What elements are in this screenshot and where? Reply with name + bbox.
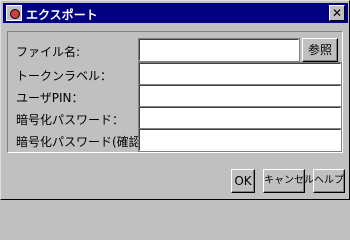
app-icon [6, 5, 22, 21]
filename-label: ファイル名: [16, 45, 81, 59]
cancel-button[interactable]: キャンセル [263, 169, 314, 193]
help-button[interactable]: ヘルプ [313, 169, 345, 193]
enc-password-input[interactable] [138, 106, 342, 130]
window-title: エクスポート [26, 8, 98, 22]
close-button[interactable]: ✕ [329, 5, 345, 21]
token-label-label: トークンラベル： [16, 69, 113, 83]
enc-password-confirm-input[interactable] [138, 128, 342, 152]
browse-button[interactable]: 参照 [302, 38, 338, 62]
enc-password-label: 暗号化パスワード： [16, 113, 125, 127]
ok-button[interactable]: OK [231, 169, 255, 193]
title-bar[interactable]: エクスポート ✕ [3, 3, 348, 23]
user-pin-label: ユーザPIN： [16, 91, 84, 105]
export-dialog: エクスポート ✕ ファイル名: 参照 トークンラベル： ユーザPIN： 暗号化パ… [0, 0, 350, 200]
token-label-input[interactable] [138, 62, 342, 86]
user-pin-input[interactable] [138, 84, 342, 108]
filename-input[interactable] [138, 38, 300, 62]
enc-password-confirm-label: 暗号化パスワード(確認)： [16, 135, 158, 149]
form-panel: ファイル名: 参照 トークンラベル： ユーザPIN： 暗号化パスワード： 暗号化… [7, 31, 343, 153]
